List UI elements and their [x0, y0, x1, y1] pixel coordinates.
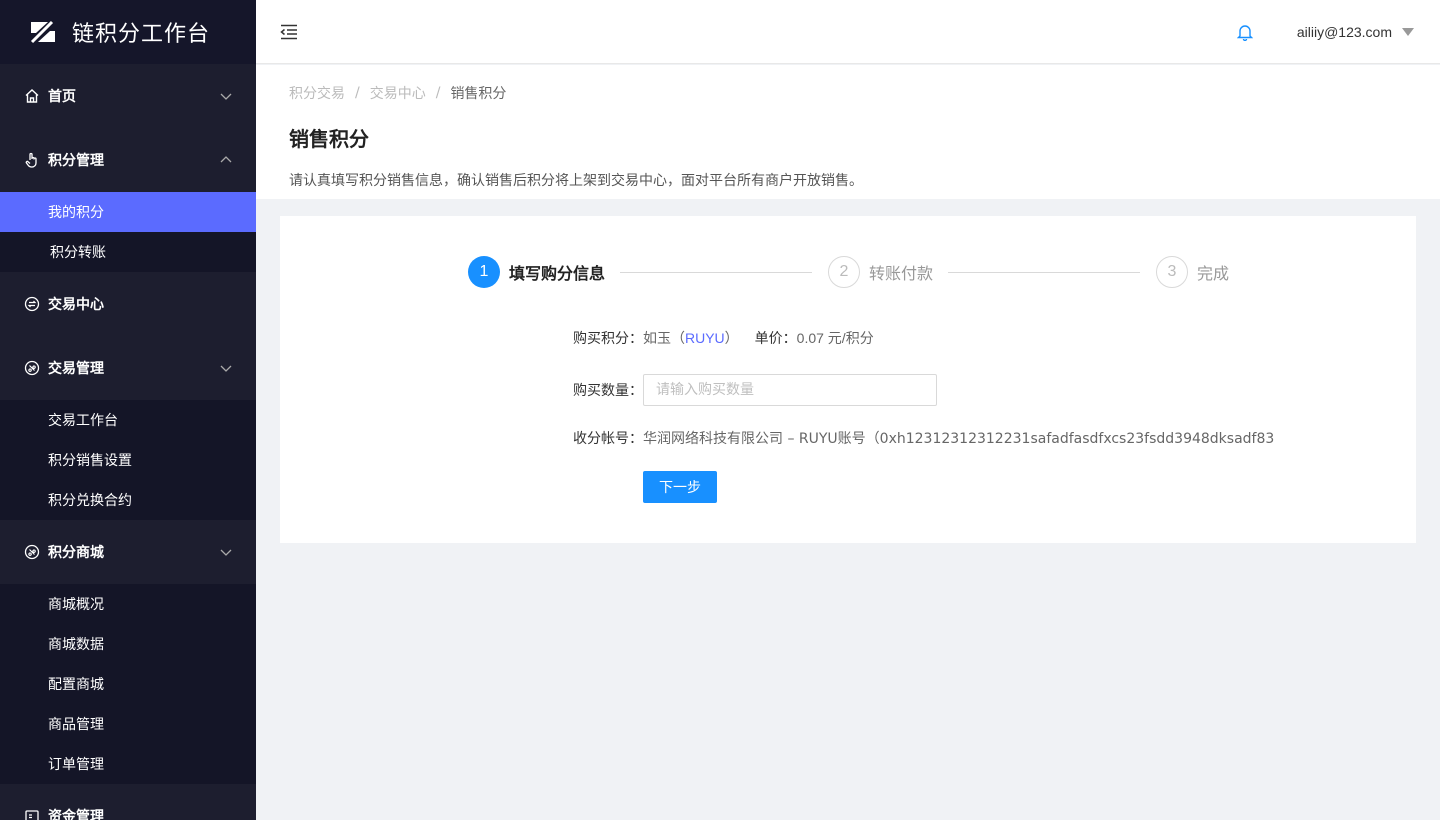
breadcrumb-separator: /: [355, 85, 360, 101]
quantity-input[interactable]: [643, 374, 937, 406]
buy-points-label: 购买积分：: [573, 331, 643, 347]
app-title: 链积分工作台: [72, 22, 211, 47]
sidebar-item-points-sale-settings[interactable]: 积分销售设置: [0, 440, 256, 480]
page-description: 请认真填写积分销售信息，确认销售后积分将上架到交易中心，面对平台所有商户开放销售…: [289, 173, 863, 189]
user-email[interactable]: ailiiy@123.com: [1297, 24, 1392, 40]
menu-group-label: 交易中心: [48, 297, 104, 313]
step-3: 3 完成: [1156, 256, 1229, 288]
unit-price-value: 0.07 元/积分: [796, 330, 874, 346]
mall-icon: [24, 544, 40, 560]
account-label: 收分帐号：: [573, 431, 643, 447]
page-header: 积分交易 / 交易中心 / 销售积分 销售积分 请认真填写积分销售信息，确认销售…: [256, 65, 1440, 199]
sidebar: 链积分工作台 首页 积分管理 我的积分 积分转账 交易中心 交易管理 交易工作台…: [0, 0, 256, 820]
step-2: 2 转账付款: [828, 256, 933, 288]
sidebar-item-trade-workbench[interactable]: 交易工作台: [0, 400, 256, 440]
step-connector: [948, 272, 1140, 273]
breadcrumb-current: 销售积分: [450, 86, 507, 102]
menu-group-label: 积分商城: [48, 545, 104, 561]
step-label: 填写购分信息: [509, 264, 606, 283]
brand: 链积分工作台: [0, 0, 256, 64]
page-title: 销售积分: [289, 127, 369, 151]
menu-group-label: 资金管理: [48, 809, 104, 820]
sidebar-item-configure-mall[interactable]: 配置商城: [0, 664, 256, 704]
buy-points-close: ）: [724, 331, 739, 347]
unit-price-label: 单价：: [754, 331, 797, 347]
step-label: 完成: [1197, 264, 1230, 283]
quantity-label: 购买数量：: [573, 383, 643, 399]
menu-group-fund-management[interactable]: 资金管理: [0, 784, 256, 820]
menu-group-trade-management[interactable]: 交易管理: [0, 336, 256, 400]
chevron-down-icon: [220, 362, 232, 374]
buy-points-code: RUYU: [685, 330, 725, 346]
breadcrumb-item[interactable]: 积分交易: [289, 83, 345, 103]
menu-group-label: 积分管理: [48, 153, 104, 169]
sidebar-item-my-points[interactable]: 我的积分: [0, 192, 256, 232]
buy-points-name: 如玉（: [643, 331, 685, 347]
sidebar-item-points-transfer[interactable]: 积分转账: [0, 232, 256, 272]
bell-icon[interactable]: [1236, 23, 1253, 41]
buy-points-row: 购买积分： 如玉（ RUYU） 单价： 0.07 元/积分: [573, 328, 874, 348]
submenu-trade-management: 交易工作台 积分销售设置 积分兑换合约: [0, 400, 256, 520]
home-icon: [24, 88, 40, 104]
chevron-down-icon: [220, 546, 232, 558]
step-number: 1: [468, 256, 500, 288]
sidebar-item-order-management[interactable]: 订单管理: [0, 744, 256, 784]
trade-icon: [24, 360, 40, 376]
step-connector: [620, 272, 812, 273]
menu-group-label: 交易管理: [48, 361, 104, 377]
quantity-row: 购买数量：: [573, 374, 937, 406]
step-number: 2: [828, 256, 860, 288]
sidebar-item-points-exchange-contract[interactable]: 积分兑换合约: [0, 480, 256, 520]
step-1: 1 填写购分信息: [468, 256, 605, 288]
sidebar-item-mall-data[interactable]: 商城数据: [0, 624, 256, 664]
breadcrumb-item[interactable]: 交易中心: [370, 83, 426, 103]
top-header: ailiiy@123.com: [256, 0, 1440, 64]
menu-group-points-mall[interactable]: 积分商城: [0, 520, 256, 584]
breadcrumb: 积分交易 / 交易中心 / 销售积分: [289, 83, 1407, 103]
menu-fold-icon[interactable]: [280, 22, 300, 42]
caret-down-icon[interactable]: [1402, 27, 1414, 36]
menu-group-home[interactable]: 首页: [0, 64, 256, 128]
hand-pointer-icon: [24, 152, 40, 168]
logo-icon: [30, 20, 55, 44]
account-value: 华润网络科技有限公司 – RUYU账号（0xh12312312312231saf…: [643, 431, 1275, 447]
breadcrumb-separator: /: [435, 85, 441, 101]
chevron-down-icon: [220, 90, 232, 102]
steps: 1 填写购分信息 2 转账付款 3 完成: [468, 256, 1248, 290]
submenu-points-management: 我的积分 积分转账: [0, 192, 256, 272]
step-number: 3: [1156, 256, 1188, 288]
step-label: 转账付款: [869, 264, 934, 283]
menu-group-points-management[interactable]: 积分管理: [0, 128, 256, 192]
account-row: 收分帐号： 华润网络科技有限公司 – RUYU账号（0xh12312312312…: [573, 428, 1274, 448]
exchange-icon: [24, 296, 40, 312]
form-card: 1 填写购分信息 2 转账付款 3 完成 购买积分： 如玉（ RUYU） 单价： …: [280, 216, 1416, 543]
menu-group-label: 首页: [48, 89, 76, 105]
sidebar-item-mall-overview[interactable]: 商城概况: [0, 584, 256, 624]
submenu-points-mall: 商城概况 商城数据 配置商城 商品管理 订单管理: [0, 584, 256, 784]
wallet-icon: [24, 808, 40, 820]
sidebar-item-product-management[interactable]: 商品管理: [0, 704, 256, 744]
header-right: ailiiy@123.com: [1236, 23, 1414, 41]
menu-group-trade-center[interactable]: 交易中心: [0, 272, 256, 336]
chevron-up-icon: [220, 154, 232, 166]
next-step-button[interactable]: 下一步: [643, 471, 717, 503]
